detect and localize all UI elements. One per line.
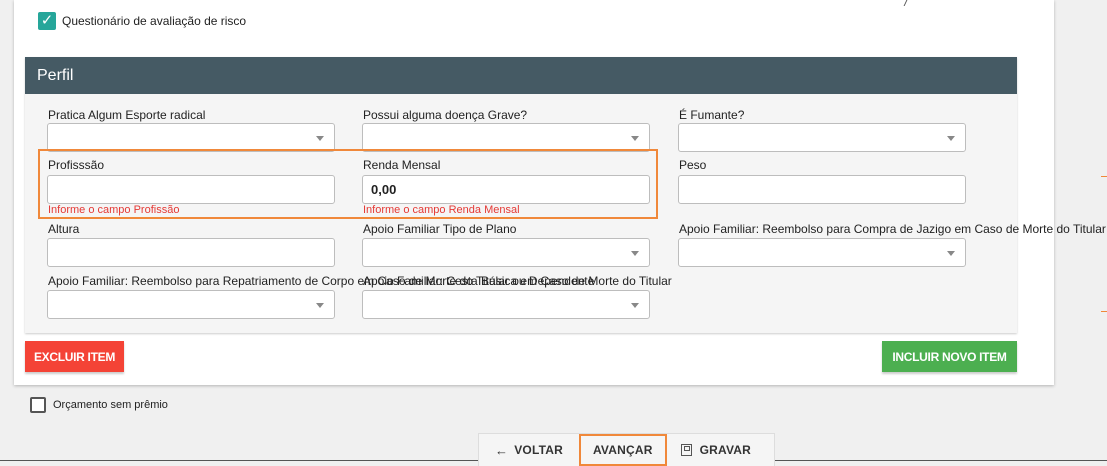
chevron-down-icon [631,303,639,308]
renda-label: Renda Mensal [363,158,441,172]
apoio-cesta-label: Apoio Familiar: Cesta Básica em Caso de … [363,274,672,288]
chevron-down-icon [316,303,324,308]
apoio-cesta-select[interactable] [362,290,650,319]
delete-item-button[interactable]: EXCLUIR ITEM [25,341,124,372]
no-premium-label: Orçamento sem prêmio [53,399,168,411]
renda-error: Informe o campo Renda Mensal [363,204,520,216]
apoio-jazigo-label: Apoio Familiar: Reembolso para Compra de… [679,222,1107,236]
apoio-tipo-label: Apoio Familiar Tipo de Plano [363,222,517,236]
save-label: GRAVAR [699,443,751,457]
save-button[interactable]: GRAVAR [673,434,759,466]
chevron-down-icon [631,251,639,256]
profissao-error: Informe o campo Profissão [48,204,180,216]
risk-questionnaire-checkbox-row[interactable]: ✓ Questionário de avaliação de risco [38,12,246,30]
doenca-label: Possui alguma doença Grave? [363,108,528,122]
apoio-tipo-select[interactable] [362,238,650,267]
apoio-repatriamento-select[interactable] [47,290,335,319]
esporte-label: Pratica Algum Esporte radical [48,108,206,122]
no-premium-checkbox-row[interactable]: Orçamento sem prêmio [30,397,168,413]
no-premium-checkbox[interactable] [30,397,46,413]
edge-mark [1101,311,1107,312]
next-label: AVANÇAR [592,443,653,457]
peso-label: Peso [679,158,707,172]
profissao-input[interactable] [47,175,335,204]
profissao-label: Profisssão [48,158,105,172]
doenca-select[interactable] [362,123,650,152]
altura-label: Altura [48,222,80,236]
chevron-down-icon [947,251,955,256]
renda-input[interactable]: 0,00 [362,175,650,204]
edge-mark [1101,176,1107,177]
fumante-select[interactable] [678,123,966,152]
esporte-select[interactable] [47,123,335,152]
save-icon [680,444,692,456]
risk-questionnaire-checkbox[interactable]: ✓ [38,12,56,30]
chevron-down-icon [947,136,955,141]
altura-input[interactable] [47,238,335,267]
apoio-jazigo-select[interactable] [678,238,966,267]
panel-title: Perfil [25,57,1017,94]
peso-input[interactable] [678,175,966,204]
next-button[interactable]: AVANÇAR [578,434,667,466]
chevron-down-icon [631,136,639,141]
fumante-label: É Fumante? [679,108,745,122]
risk-questionnaire-label: Questionário de avaliação de risco [62,14,247,28]
footer-nav: ← VOLTAR AVANÇAR GRAVAR [478,433,775,466]
back-button[interactable]: ← VOLTAR [487,434,571,466]
back-label: VOLTAR [514,443,563,457]
chevron-down-icon [316,136,324,141]
arrow-left-icon: ← [495,442,509,458]
add-item-button[interactable]: INCLUIR NOVO ITEM [882,341,1017,372]
